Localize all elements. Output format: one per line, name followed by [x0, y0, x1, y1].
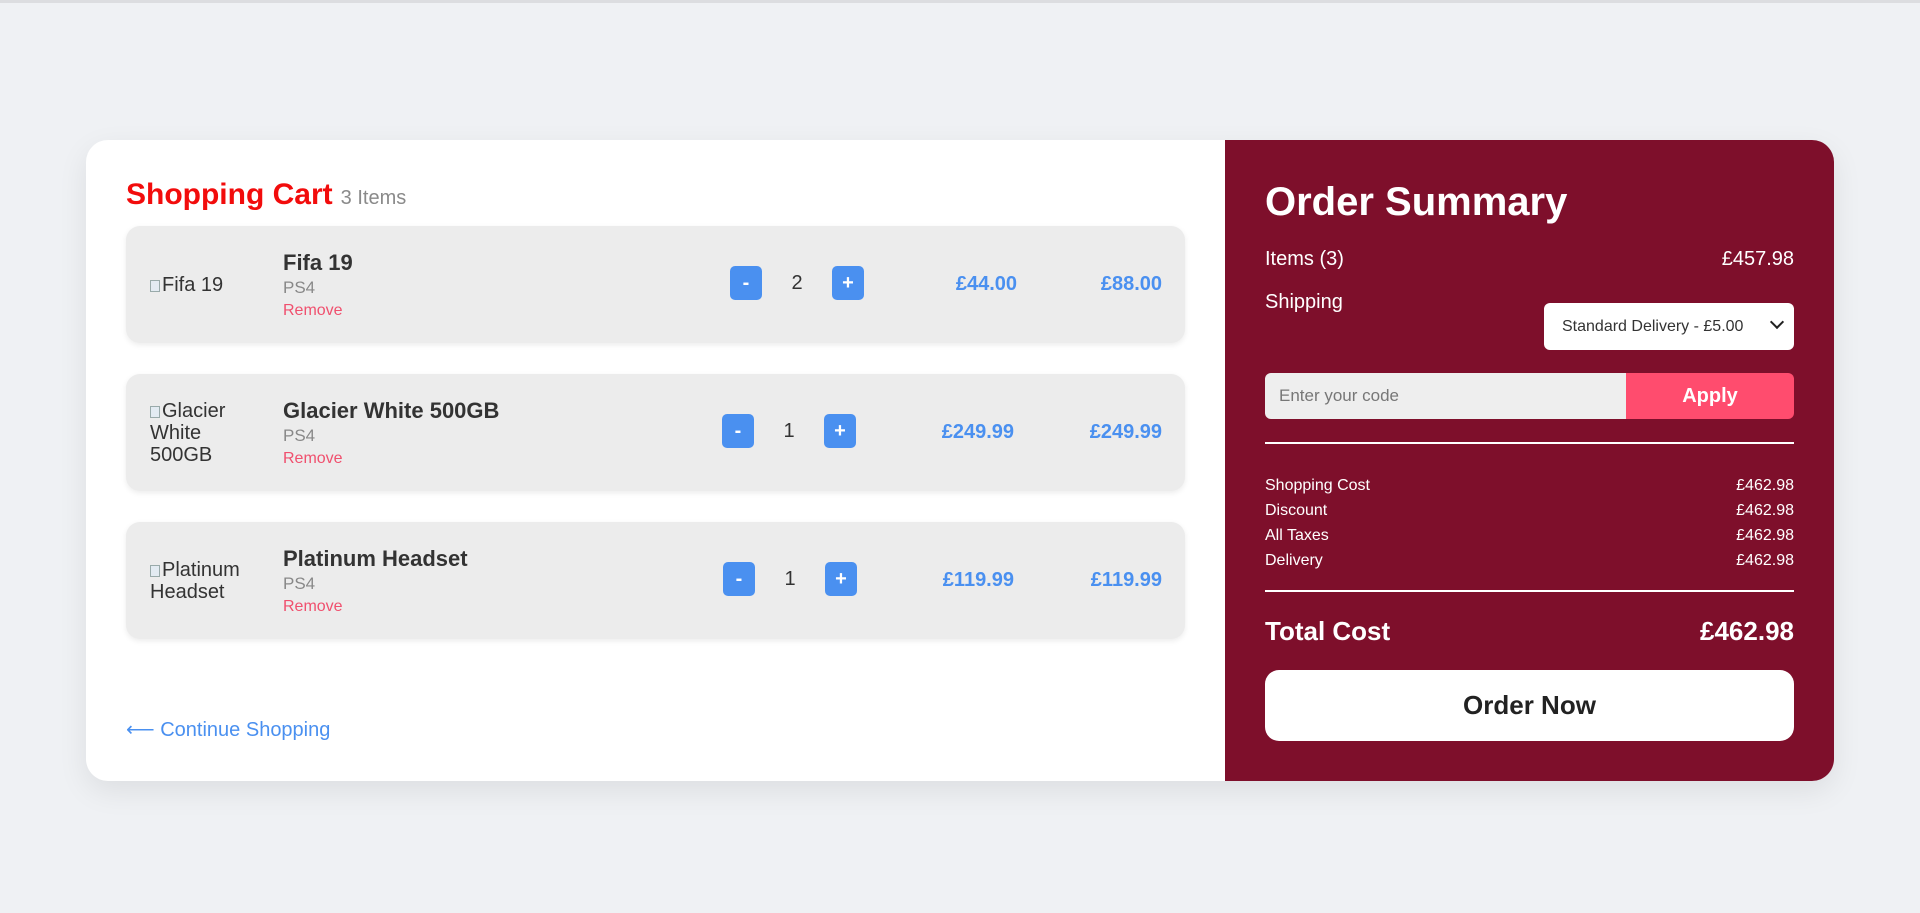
cart-card: Shopping Cart 3 Items Fifa 19 Fifa 19 PS…: [86, 140, 1834, 781]
remove-link[interactable]: Remove: [283, 302, 353, 320]
total-cost-row: Total Cost £462.98: [1265, 616, 1794, 647]
order-now-button[interactable]: Order Now: [1265, 670, 1794, 741]
divider: [1265, 590, 1794, 592]
total-cost-value: £462.98: [1700, 616, 1794, 646]
unit-price: £44.00: [955, 273, 1017, 295]
total-cost-label: Total Cost: [1265, 616, 1391, 646]
remove-link[interactable]: Remove: [283, 598, 468, 616]
line-total: £249.99: [1089, 421, 1162, 443]
cost-row: Delivery £462.98: [1265, 551, 1794, 569]
quantity-value: 2: [791, 271, 803, 294]
quantity-stepper: - 1 +: [722, 414, 856, 448]
shipping-selected-value: Standard Delivery - £5.00: [1562, 317, 1744, 335]
cart-item-platinum-headset: Platinum Headset Platinum Headset PS4 Re…: [126, 522, 1185, 639]
decrease-quantity-button[interactable]: -: [723, 562, 755, 596]
quantity-value: 1: [784, 567, 796, 590]
top-border: [0, 0, 1920, 3]
broken-image-icon: [150, 279, 160, 292]
decrease-quantity-button[interactable]: -: [730, 266, 762, 300]
increase-quantity-button[interactable]: +: [824, 414, 856, 448]
quantity-value: 1: [783, 419, 795, 442]
cart-item-fifa-19: Fifa 19 Fifa 19 PS4 Remove - 2 + £44.00 …: [126, 226, 1185, 343]
broken-image-icon: [150, 405, 160, 418]
product-info: Platinum Headset PS4 Remove: [283, 546, 468, 616]
cost-row: All Taxes £462.98: [1265, 526, 1794, 544]
product-image: Fifa 19: [150, 226, 260, 343]
product-image: Glacier White 500GB: [150, 399, 226, 466]
cost-row: Discount £462.98: [1265, 501, 1794, 519]
summary-title: Order Summary: [1265, 180, 1568, 224]
broken-image-icon: [150, 564, 160, 577]
shopping-cart-panel: Shopping Cart 3 Items Fifa 19 Fifa 19 PS…: [86, 140, 1225, 781]
cart-title: Shopping Cart: [126, 178, 333, 211]
continue-shopping-label: Continue Shopping: [160, 719, 331, 741]
decrease-quantity-button[interactable]: -: [722, 414, 754, 448]
cart-item-count: 3 Items: [340, 187, 407, 209]
product-platform: PS4: [283, 426, 316, 445]
product-platform: PS4: [283, 278, 316, 297]
items-label: Items (3): [1265, 248, 1344, 270]
line-total: £119.99: [1090, 569, 1162, 591]
cost-row: Shopping Cost £462.98: [1265, 476, 1794, 494]
increase-quantity-button[interactable]: +: [825, 562, 857, 596]
chevron-down-icon: [1769, 314, 1785, 330]
order-summary-panel: Order Summary Items (3) £457.98 Shipping…: [1225, 140, 1834, 781]
product-name: Fifa 19: [283, 250, 353, 275]
divider: [1265, 442, 1794, 444]
cart-header: Shopping Cart 3 Items: [126, 178, 1185, 222]
product-name: Platinum Headset: [283, 546, 468, 571]
product-platform: PS4: [283, 574, 316, 593]
items-value: £457.98: [1721, 248, 1794, 270]
increase-quantity-button[interactable]: +: [832, 266, 864, 300]
product-name: Glacier White 500GB: [283, 398, 500, 423]
promo-code-form: Enter your code Apply: [1265, 373, 1794, 419]
quantity-stepper: - 2 +: [730, 266, 864, 300]
cost-breakdown: Shopping Cost £462.98 Discount £462.98 All…: [1265, 473, 1794, 573]
quantity-stepper: - 1 +: [723, 562, 857, 596]
cart-item-glacier-white: Glacier White 500GB Glacier White 500GB …: [126, 374, 1185, 491]
promo-code-input[interactable]: Enter your code: [1265, 373, 1626, 419]
unit-price: £249.99: [941, 421, 1014, 443]
product-info: Fifa 19 PS4 Remove: [283, 250, 353, 320]
continue-shopping-link[interactable]: ⟵ Continue Shopping: [126, 717, 330, 742]
line-total: £88.00: [1100, 273, 1162, 295]
product-image: Platinum Headset: [150, 558, 240, 603]
product-info: Glacier White 500GB PS4 Remove: [283, 398, 499, 468]
shipping-select[interactable]: Standard Delivery - £5.00: [1544, 303, 1794, 350]
summary-items-row: Items (3) £457.98: [1265, 248, 1794, 271]
apply-button[interactable]: Apply: [1626, 373, 1794, 419]
arrow-left-icon: ⟵: [126, 719, 155, 741]
remove-link[interactable]: Remove: [283, 450, 499, 468]
unit-price: £119.99: [942, 569, 1014, 591]
